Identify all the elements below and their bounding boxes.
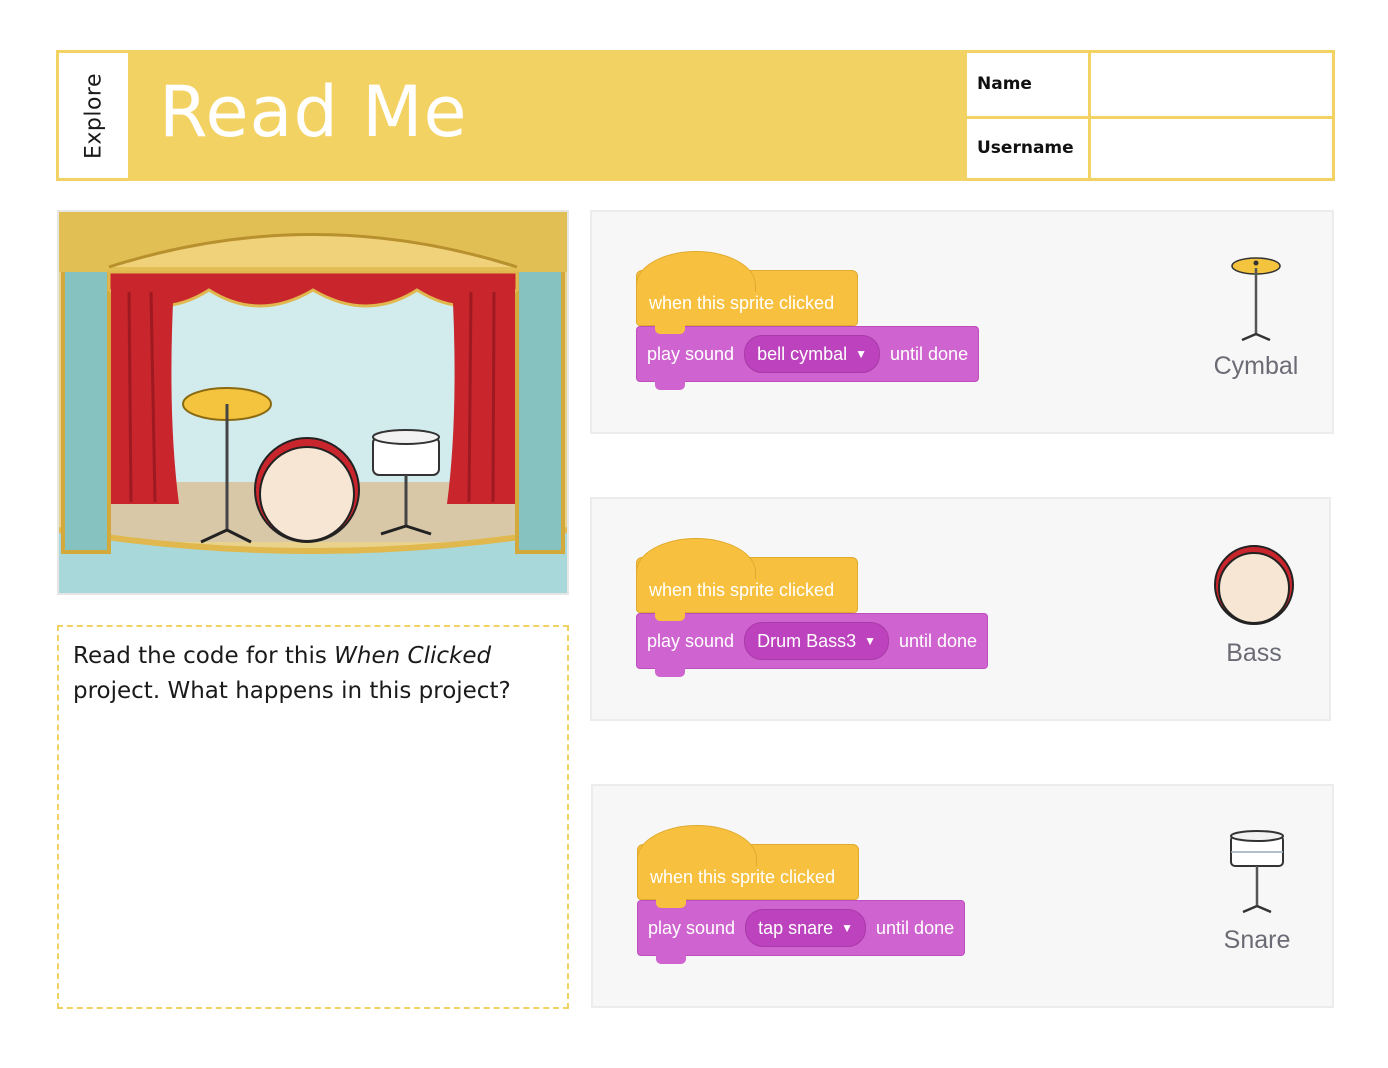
- bass-drum-icon: [1214, 545, 1294, 625]
- code-panel-snare: when this sprite clicked play sound tap …: [591, 784, 1334, 1008]
- dropdown-arrow-icon: ▼: [855, 347, 868, 361]
- student-info-table: Name Username: [967, 53, 1332, 178]
- username-field[interactable]: [1088, 115, 1332, 178]
- dropdown-arrow-icon: ▼: [864, 634, 876, 648]
- sprite-name: Snare: [1223, 926, 1291, 954]
- question-box[interactable]: Read the code for this When Clicked proj…: [57, 625, 569, 1009]
- page-title: Read Me: [159, 71, 468, 153]
- title-band: Read Me: [131, 53, 967, 178]
- name-label: Name: [977, 74, 1032, 95]
- section-tag: Explore: [59, 53, 131, 178]
- dropdown-arrow-icon: ▼: [841, 921, 854, 935]
- sprite-cymbal[interactable]: Cymbal: [1186, 252, 1326, 381]
- block-stack: when this sprite clicked play sound tap …: [637, 825, 966, 964]
- sprite-name: Cymbal: [1213, 352, 1299, 380]
- worksheet-header: Explore Read Me Name Username: [56, 50, 1335, 181]
- question-text: Read the code for this When Clicked proj…: [73, 643, 511, 704]
- when-clicked-block[interactable]: when this sprite clicked: [636, 538, 858, 621]
- name-field[interactable]: [1088, 53, 1332, 116]
- play-sound-block[interactable]: play sound Drum Bass3 ▼ until done: [636, 613, 989, 677]
- section-label: Explore: [81, 72, 106, 159]
- cymbal-icon: [1231, 257, 1281, 342]
- username-label: Username: [967, 115, 1088, 179]
- sound-dropdown[interactable]: bell cymbal ▼: [744, 335, 881, 373]
- snare-drum-icon: [1230, 830, 1284, 914]
- stage-illustration: [57, 210, 569, 595]
- sprite-bass[interactable]: Bass: [1184, 539, 1324, 668]
- block-stack: when this sprite clicked play sound bell…: [636, 251, 980, 390]
- theater-stage-image: [59, 212, 567, 593]
- code-panel-cymbal: when this sprite clicked play sound bell…: [590, 210, 1334, 434]
- code-panel-bass: when this sprite clicked play sound Drum…: [590, 497, 1331, 721]
- play-sound-block[interactable]: play sound tap snare ▼ until done: [637, 900, 966, 964]
- sprite-name: Bass: [1226, 639, 1282, 667]
- block-stack: when this sprite clicked play sound Drum…: [636, 538, 989, 677]
- play-sound-block[interactable]: play sound bell cymbal ▼ until done: [636, 326, 980, 390]
- sound-dropdown[interactable]: tap snare ▼: [745, 909, 867, 947]
- when-clicked-block[interactable]: when this sprite clicked: [636, 251, 858, 334]
- sprite-snare[interactable]: Snare: [1187, 826, 1327, 955]
- when-clicked-block[interactable]: when this sprite clicked: [637, 825, 859, 908]
- sound-dropdown[interactable]: Drum Bass3 ▼: [744, 622, 889, 660]
